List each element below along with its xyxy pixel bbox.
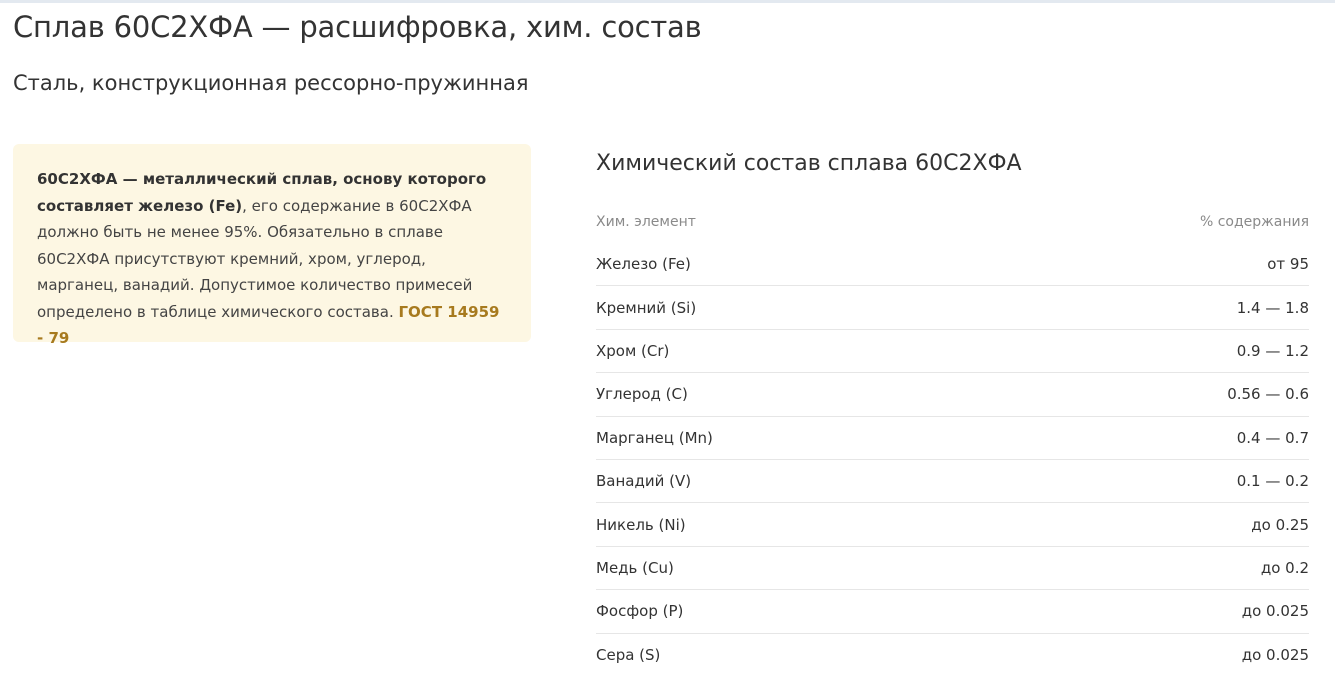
element-value: 0.4 — 0.7	[1236, 428, 1309, 447]
table-row: Кремний (Si) 1.4 — 1.8	[596, 286, 1309, 330]
table-row: Никель (Ni) до 0.25	[596, 503, 1309, 547]
element-value: 0.9 — 1.2	[1236, 341, 1309, 360]
element-name: Сера (S)	[596, 646, 661, 665]
table-header: Хим. элемент % содержания	[596, 200, 1309, 243]
col-percent-header: % содержания	[1199, 213, 1309, 230]
element-name: Медь (Cu)	[596, 558, 674, 577]
element-name: Углерод (C)	[596, 385, 688, 404]
table-row: Углерод (C) 0.56 — 0.6	[596, 373, 1309, 417]
element-name: Кремний (Si)	[596, 298, 697, 317]
element-value: до 0.025	[1241, 646, 1309, 665]
page-subtitle: Сталь, конструкционная рессорно-пружинна…	[13, 71, 529, 95]
page-title: Сплав 60С2ХФА — расшифровка, хим. состав	[13, 10, 702, 44]
table-row: Сера (S) до 0.025	[596, 634, 1309, 677]
table-row: Ванадий (V) 0.1 — 0.2	[596, 460, 1309, 504]
composition-table: Хим. элемент % содержания Железо (Fe) от …	[596, 200, 1309, 677]
table-row: Марганец (Mn) 0.4 — 0.7	[596, 417, 1309, 460]
element-name: Фосфор (P)	[596, 602, 684, 621]
element-name: Ванадий (V)	[596, 472, 692, 491]
element-value: 0.1 — 0.2	[1236, 472, 1309, 491]
table-row: Железо (Fe) от 95	[596, 243, 1309, 287]
info-box: 60С2ХФА — металлический сплав, основу ко…	[13, 144, 531, 347]
composition-title: Химический состав сплава 60С2ХФА	[596, 151, 1022, 176]
table-row: Медь (Cu) до 0.2	[596, 547, 1309, 591]
element-value: от 95	[1267, 255, 1309, 274]
element-value: 0.56 — 0.6	[1227, 385, 1309, 404]
col-element-header: Хим. элемент	[596, 213, 696, 230]
element-value: 1.4 — 1.8	[1236, 298, 1309, 317]
element-name: Хром (Cr)	[596, 341, 670, 360]
element-name: Железо (Fe)	[596, 255, 691, 274]
table-row: Хром (Cr) 0.9 — 1.2	[596, 330, 1309, 374]
element-value: до 0.025	[1241, 602, 1309, 621]
element-value: до 0.25	[1251, 515, 1309, 534]
element-name: Никель (Ni)	[596, 515, 686, 534]
element-name: Марганец (Mn)	[596, 428, 713, 447]
top-divider	[0, 0, 1335, 3]
table-row: Фосфор (P) до 0.025	[596, 590, 1309, 634]
element-value: до 0.2	[1260, 558, 1309, 577]
